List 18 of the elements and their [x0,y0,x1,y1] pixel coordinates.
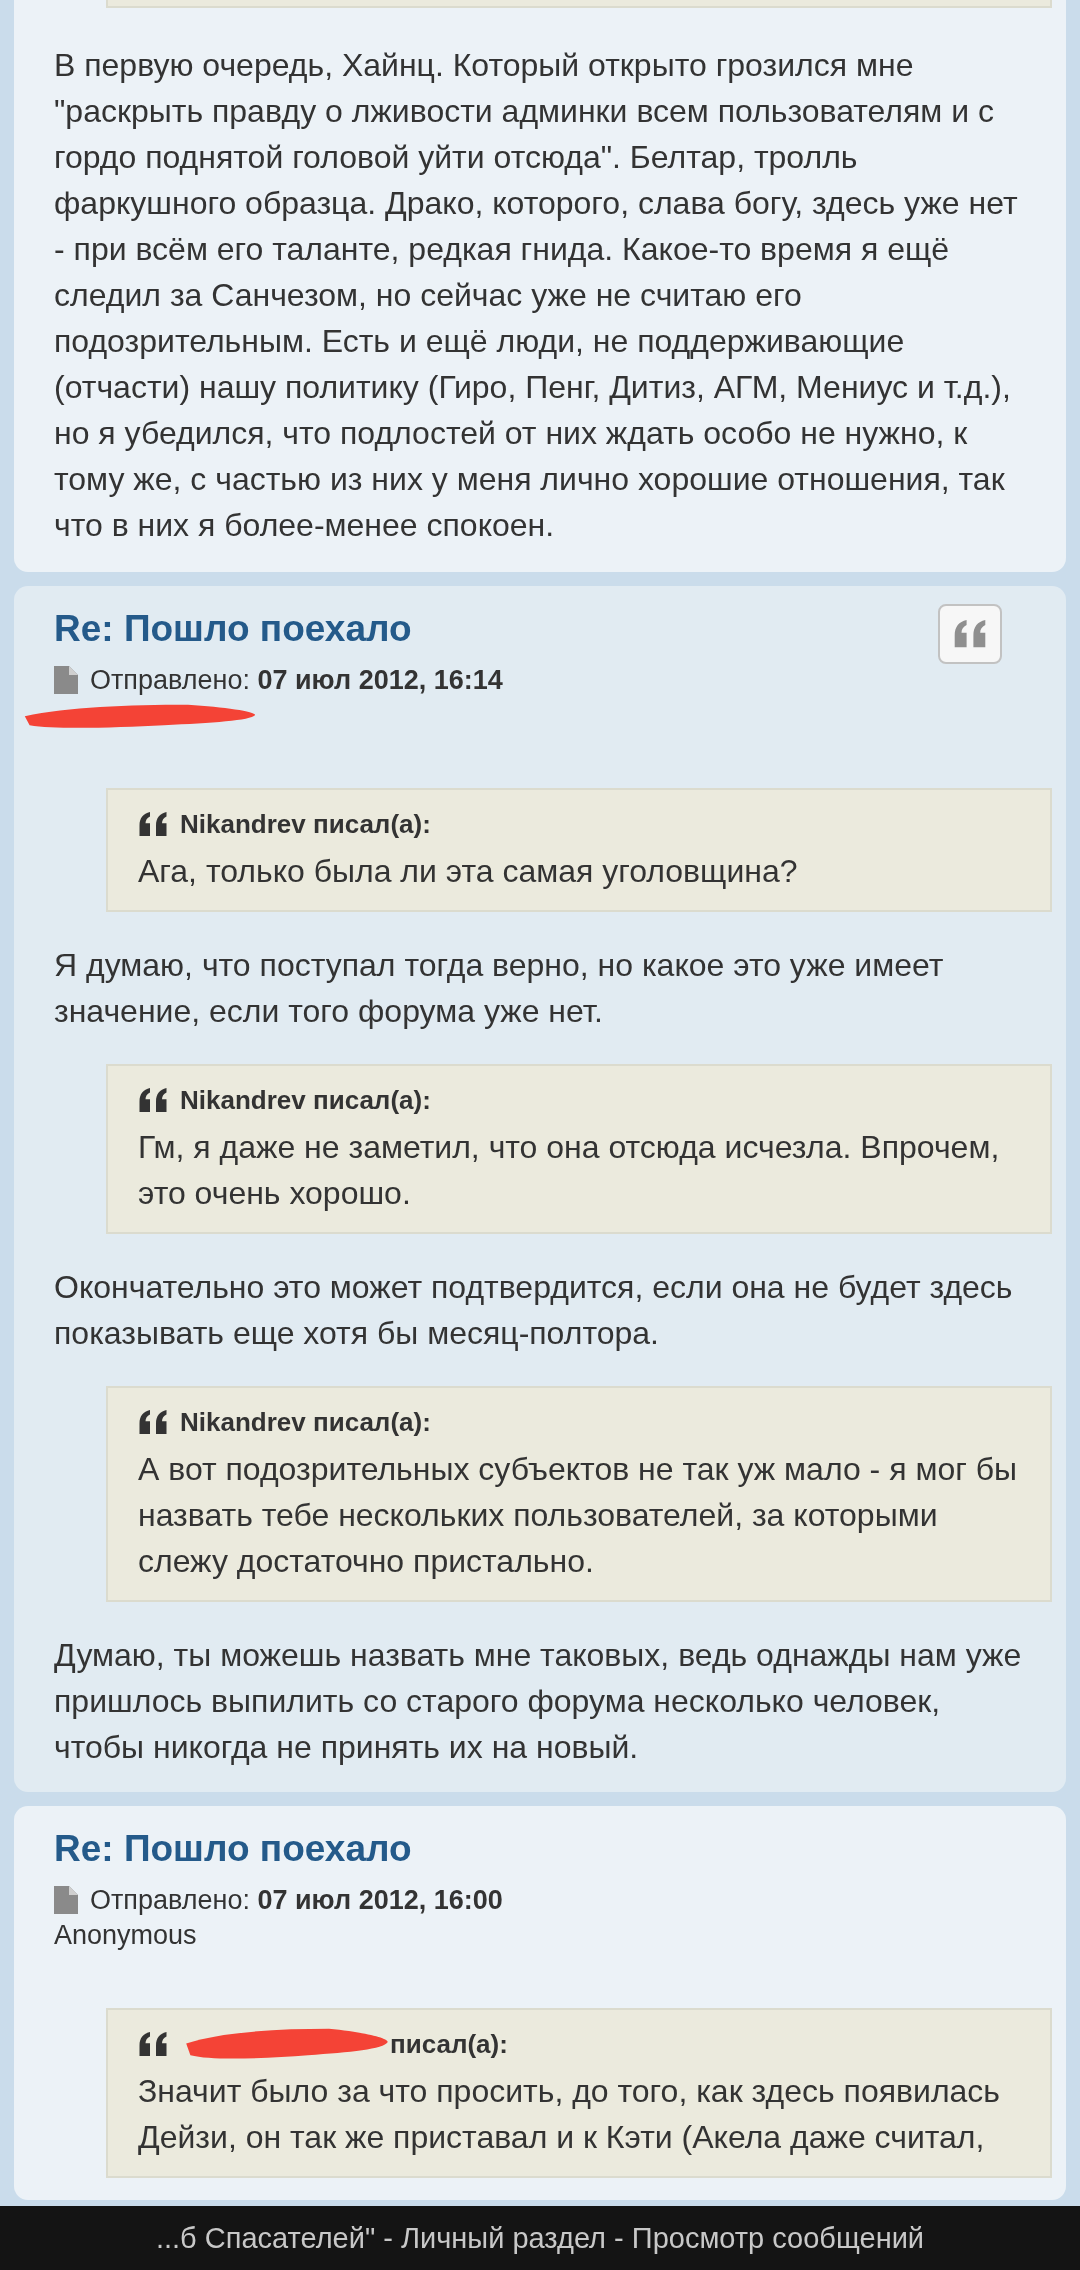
post-text: Я думаю, что поступал тогда верно, но какое это уже имеет значение, если того форума уже нет. [54,946,945,1031]
page-title: ...б Спасателей" - Личный раздел - Просмотр сообщений [155,2221,925,2255]
post-text: Окончательно это может подтвердится, если она не будет здесь показывать еще хотя бы месяц-полтора. [54,1268,1014,1353]
post-text: Думаю, ты можешь назвать мне таковых, ведь однажды нам уже пришлось выпилить со старого форума несколько человек, чтобы никогда не принять их на новый. [54,1636,1023,1767]
quote-text: А вот подозрительных субъектов не так уж мало - я мог бы назвать тебе нескольких пользователей, за которыми слежу достаточно пристально. [138,1450,1019,1581]
post-title[interactable]: Re: Пошло поехало [54,606,1026,652]
quote-author: писал(а): [390,2028,508,2060]
post-text: В первую очередь, Хайнц. Который открыто грозился мне "раскрыть правду о лживости админки всем пользователям и с гордо поднятой головой уйти отсюда". Белтар, тролль фаркушного образца. Драко, которого, слава богу, здесь уже нет - при всём его таланте, редкая гнида. Какое-то время я ещё следил за Санчезом, но сейчас уже не считаю его подозрительным. Есть и ещё люди, не поддерживающие (отчасти) нашу политику (Гиро, Пенг, Дитиз, АГМ, Мениус и т.д.), но я убедился, что подлостей от них ждать особо не нужно, к тому же, с частью из них у меня лично хорошие отношения, так что в них я более-менее спокоен. [54,46,1019,545]
quote-author: Nikandrev писал(а): [180,1406,431,1438]
post-title[interactable]: Re: Пошло поехало [54,1826,1026,1872]
quote-text: Гм, я даже не заметил, что она отсюда исчезла. Впрочем, это очень хорошо. [138,1128,1001,1213]
quote-author: Nikandrev писал(а): [180,1084,431,1116]
quote-author: Nikandrev писал(а): [180,808,431,840]
post-date: Отправлено: 07 июл 2012, 16:00 [90,1884,503,1917]
post-date: Отправлено: 07 июл 2012, 16:14 [90,664,503,697]
quote-text: Значит было за что просить, до того, как здесь появилась Дейзи, он так же приставал и к Кэти (Акела даже считал, [138,2072,1001,2157]
quote-text: Ага, только была ли эта самая уголовщина? [138,852,799,891]
post-author[interactable]: Anonymous [54,1918,1026,1952]
